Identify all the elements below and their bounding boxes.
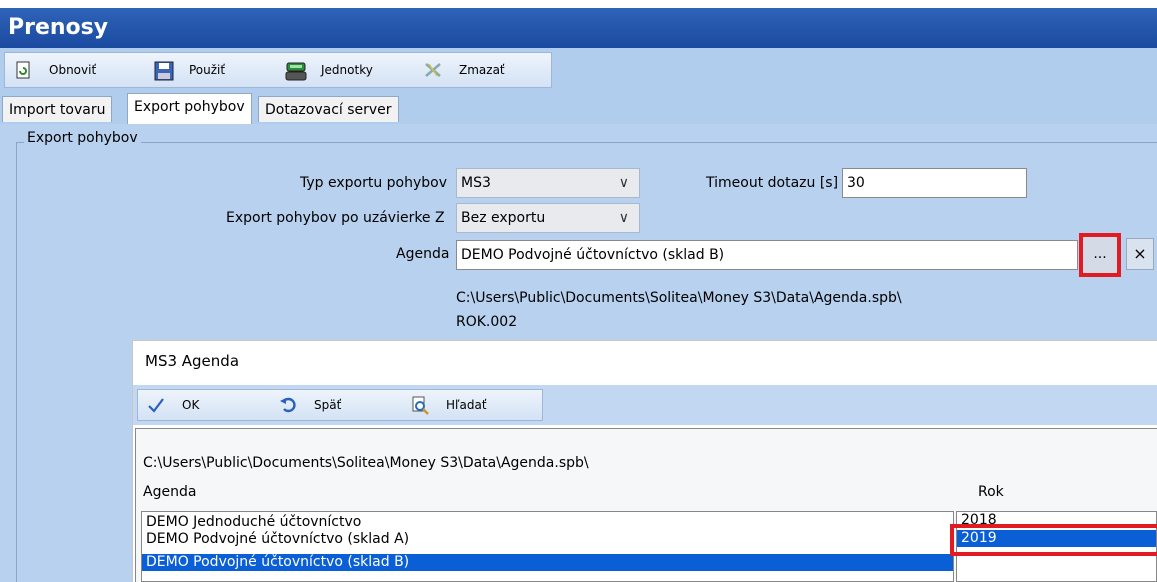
undo-icon xyxy=(278,395,298,415)
list-item[interactable]: DEMO Podvojné účtovníctvo (sklad A) xyxy=(146,531,409,548)
units-button[interactable]: Jednotky xyxy=(285,53,373,87)
delete-button[interactable]: Zmazať xyxy=(423,53,505,87)
refresh-label: Obnoviť xyxy=(49,63,97,77)
closing-export-value: Bez exportu xyxy=(461,210,546,226)
apply-button[interactable]: Použiť xyxy=(153,53,225,87)
chevron-down-icon: ∨ xyxy=(618,210,629,226)
chevron-down-icon: ∨ xyxy=(618,175,629,191)
window-title: Prenosy xyxy=(0,8,1157,48)
list-item-selected[interactable]: DEMO Podvojné účtovníctvo (sklad B) xyxy=(142,554,953,571)
search-label: Hľadať xyxy=(446,398,487,412)
export-type-value: MS3 xyxy=(461,175,491,191)
main-toolbar: Obnoviť Použiť Jednotky Zmazať xyxy=(0,48,1157,92)
dialog-toolbar-group: OK Späť Hľadať xyxy=(137,389,543,421)
apply-label: Použiť xyxy=(189,63,226,77)
export-type-select[interactable]: MS3 ∨ xyxy=(456,168,640,198)
timeout-input[interactable]: 30 xyxy=(842,168,1027,198)
delete-label: Zmazať xyxy=(459,63,505,77)
transfers-window: Prenosy Obnoviť Použiť Jednotky Zmazať I… xyxy=(0,0,1157,582)
agenda-list[interactable]: DEMO Jednoduché účtovníctvo DEMO Podvojn… xyxy=(141,511,954,582)
list-item[interactable]: DEMO Jednoduché účtovníctvo xyxy=(146,514,361,531)
refresh-icon xyxy=(13,60,33,80)
timeout-label: Timeout dotazu [s] xyxy=(706,175,839,191)
year-highlight-frame xyxy=(950,524,1157,556)
tab-import-goods[interactable]: Import tovaru xyxy=(2,96,113,122)
column-header-agenda: Agenda xyxy=(143,484,197,500)
agenda-label: Agenda xyxy=(396,246,450,262)
tab-strip: Import tovaru Export pohybov Dotazovací … xyxy=(0,92,1157,124)
closing-export-select[interactable]: Bez exportu ∨ xyxy=(456,203,640,233)
agenda-year-folder: ROK.002 xyxy=(456,314,518,330)
dialog-title: MS3 Agenda xyxy=(145,352,240,370)
units-label: Jednotky xyxy=(321,63,373,77)
top-strip xyxy=(0,0,1157,8)
closing-export-label: Export pohybov po uzávierke Z xyxy=(226,210,445,226)
back-button[interactable]: Späť xyxy=(278,390,341,420)
checkmark-icon xyxy=(146,395,166,415)
panel-margin xyxy=(0,124,12,582)
agenda-input[interactable]: DEMO Podvojné účtovníctvo (sklad B) xyxy=(456,240,1078,270)
agenda-path: C:\Users\Public\Documents\Solitea\Money … xyxy=(456,290,902,306)
clear-agenda-button[interactable]: × xyxy=(1126,238,1154,270)
dialog-path: C:\Users\Public\Documents\Solitea\Money … xyxy=(143,455,589,471)
tab-query-server[interactable]: Dotazovací server xyxy=(258,96,399,122)
ok-button[interactable]: OK xyxy=(146,390,199,420)
scale-icon xyxy=(285,60,307,81)
tab-export-movements[interactable]: Export pohybov xyxy=(127,93,252,124)
search-button[interactable]: Hľadať xyxy=(410,390,487,420)
groupbox-legend: Export pohybov xyxy=(24,130,141,146)
search-icon xyxy=(410,395,430,415)
back-label: Späť xyxy=(314,398,342,412)
ok-label: OK xyxy=(182,398,200,412)
column-header-year: Rok xyxy=(978,484,1004,500)
eraser-icon xyxy=(423,60,443,80)
toolbar-group: Obnoviť Použiť Jednotky Zmazať xyxy=(4,52,552,88)
save-disk-icon xyxy=(153,60,174,81)
browse-agenda-button[interactable]: ... xyxy=(1079,233,1121,277)
dialog-toolbar: OK Späť Hľadať xyxy=(133,385,1157,425)
export-type-label: Typ exportu pohybov xyxy=(300,175,448,191)
refresh-button[interactable]: Obnoviť xyxy=(13,53,96,87)
